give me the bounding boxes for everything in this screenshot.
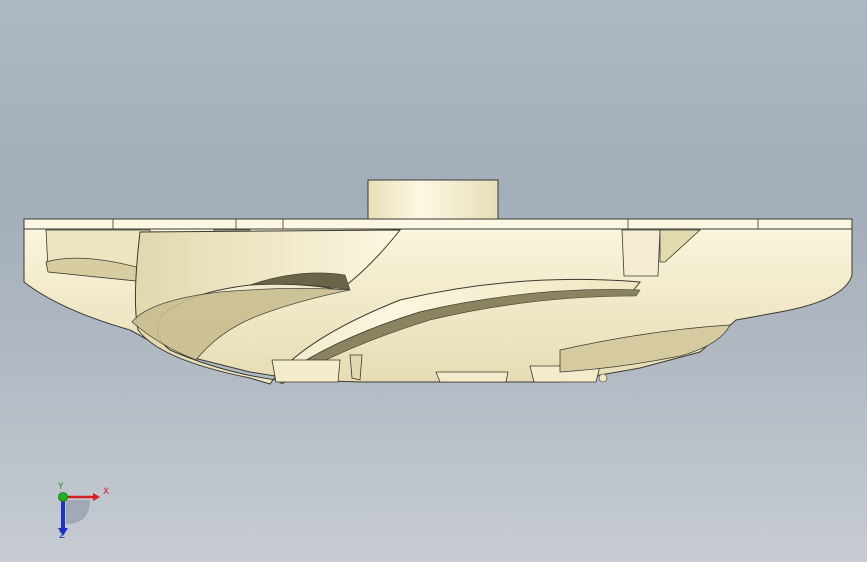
y-axis-origin-icon — [58, 492, 68, 502]
triad-shadow-icon — [66, 500, 90, 524]
graphics-viewport[interactable]: X Y Z — [0, 0, 867, 562]
y-axis-label: Y — [58, 482, 64, 492]
top-shroud-plate — [23, 218, 853, 230]
hub-boss — [367, 179, 499, 221]
impeller-model[interactable] — [0, 0, 867, 562]
coordinate-triad: X Y Z — [46, 480, 116, 546]
z-axis-label: Z — [59, 531, 66, 541]
x-axis-label: X — [103, 487, 110, 497]
